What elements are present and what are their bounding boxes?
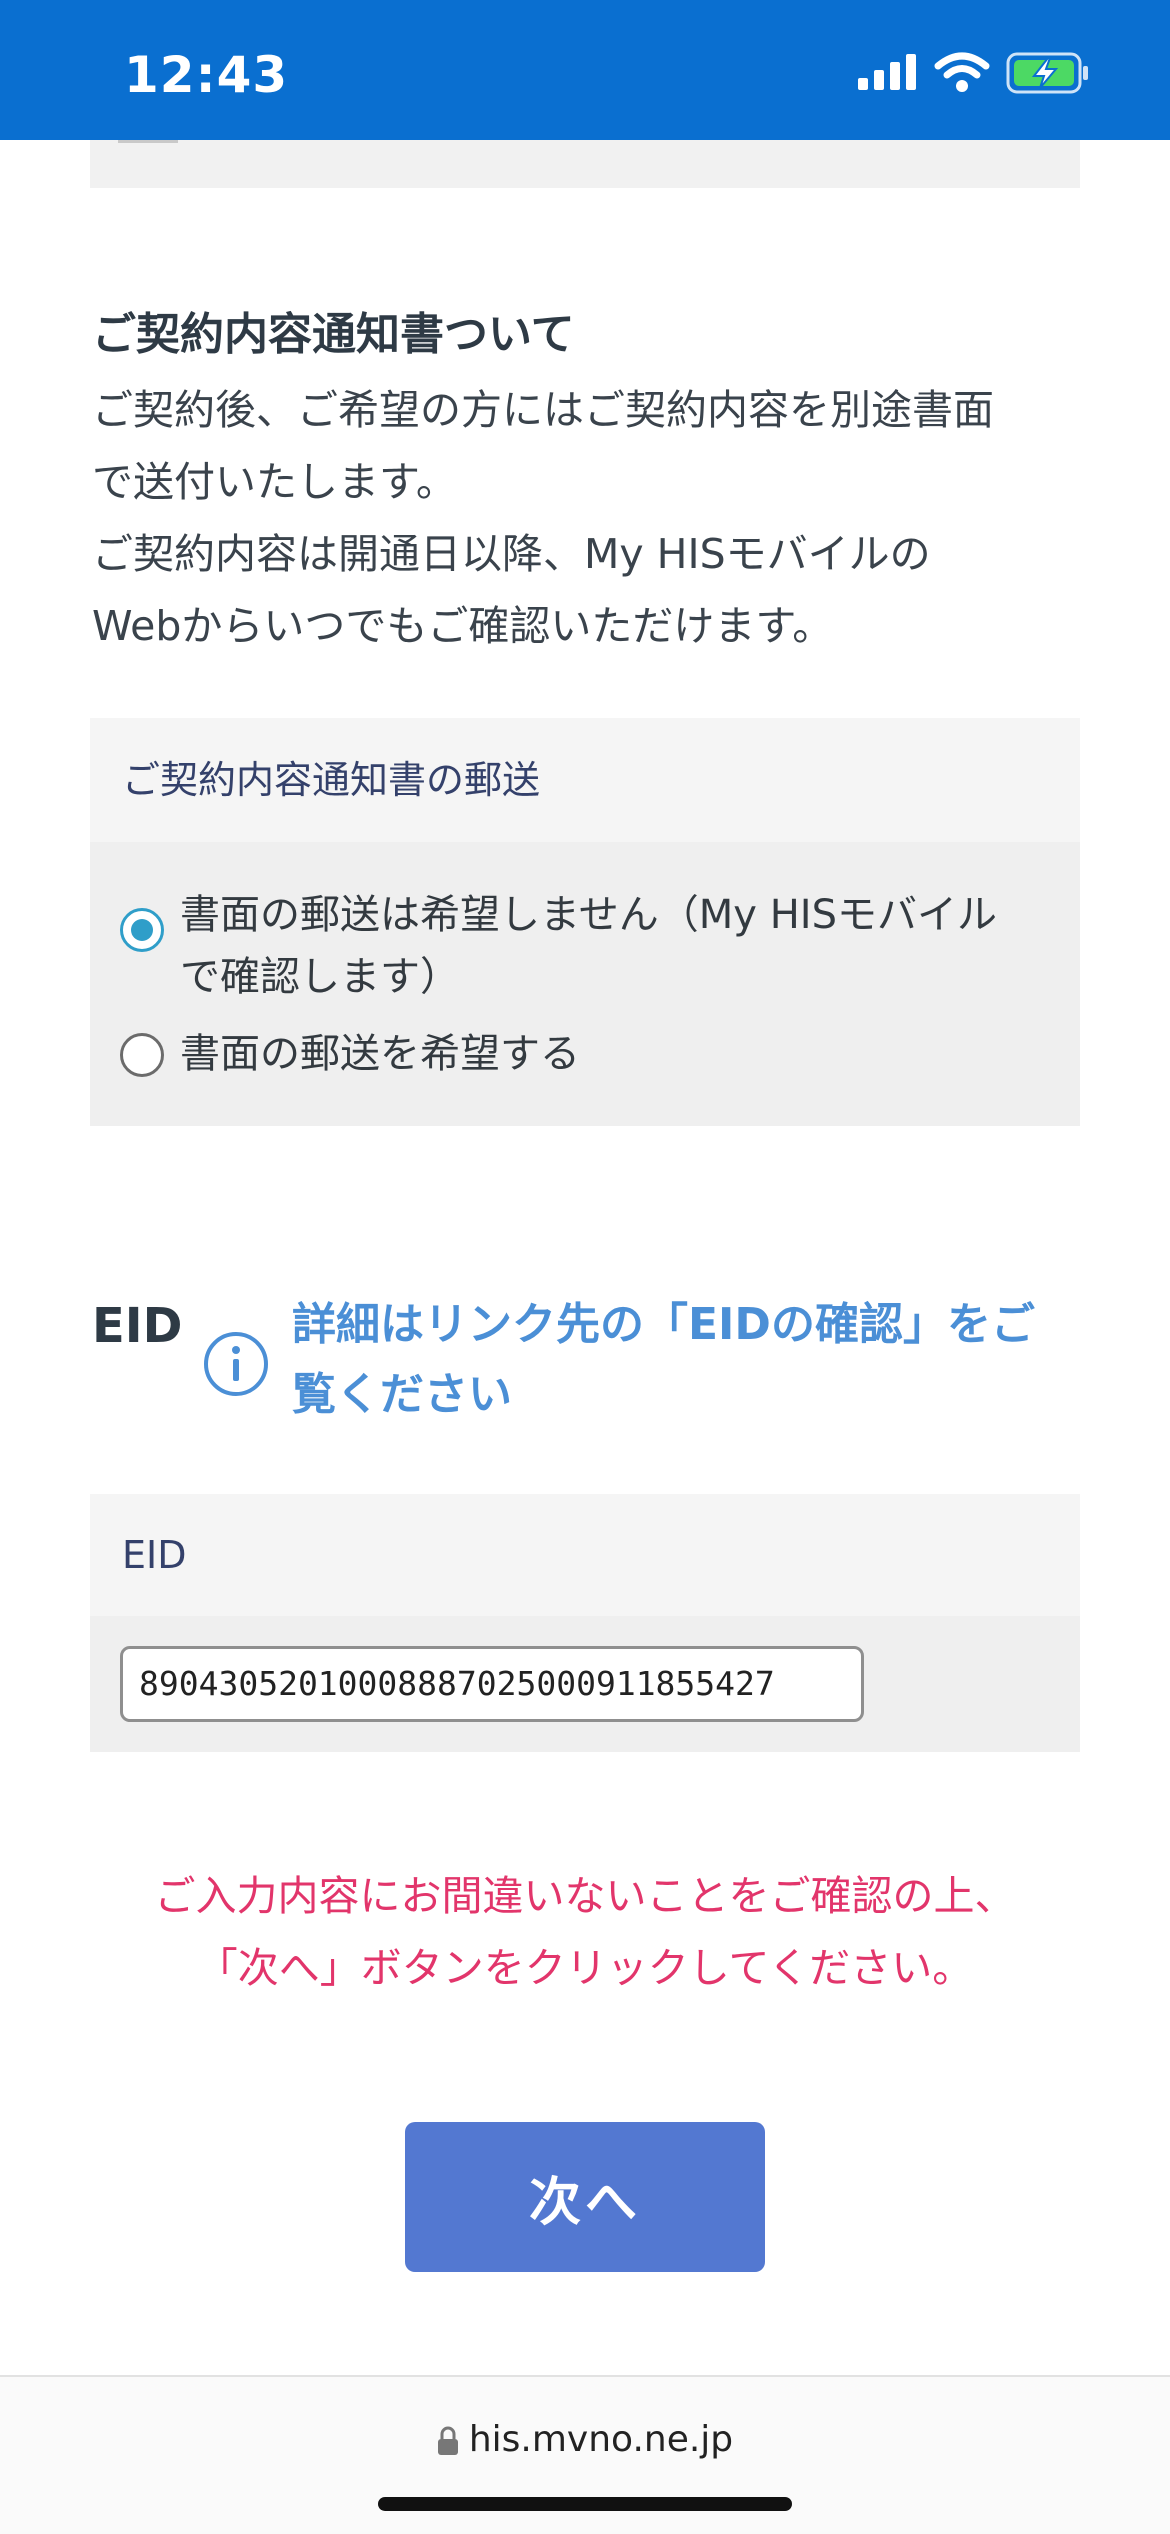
confirmation-warning: ご入力内容にお間違いないことをご確認の上、 「次へ」ボタンをクリックしてください… — [90, 1860, 1080, 2004]
radio-button-unselected[interactable] — [120, 1033, 164, 1077]
mail-option-card-header: ご契約内容通知書の郵送 — [90, 718, 1080, 842]
description-line: で送付いたします。 — [92, 458, 457, 506]
status-time: 12:43 — [124, 46, 289, 104]
lock-icon — [437, 2426, 458, 2455]
description-line: ご契約内容は開通日以降、My HISモバイルの — [92, 530, 931, 578]
url-display[interactable]: his.mvno.ne.jp — [0, 2419, 1170, 2460]
radio-option-no-mail[interactable]: 書面の郵送は希望しません（My HISモバイル で確認します） — [120, 884, 997, 1008]
section-title-notification: ご契約内容通知書ついて — [92, 309, 575, 360]
eid-card-header: EID — [90, 1494, 1080, 1616]
description-line: ご契約後、ご希望の方にはご契約内容を別途書面 — [92, 386, 994, 434]
status-bar: 12:43 — [0, 0, 1170, 140]
radio-option-label: 書面の郵送を希望する — [180, 1031, 580, 1077]
notification-description: ご契約後、ご希望の方にはご契約内容を別途書面 で送付いたします。 ご契約内容は開… — [92, 374, 1082, 662]
divider — [118, 140, 178, 143]
radio-button-selected[interactable] — [120, 908, 164, 952]
eid-help-link[interactable]: 詳細はリンク先の「EIDの確認」をご 覧ください — [292, 1290, 1072, 1430]
radio-label-line: で確認します） — [180, 954, 460, 1000]
eid-input[interactable]: 89043052010008887025000911855427 — [120, 1646, 864, 1722]
home-indicator[interactable] — [378, 2497, 792, 2511]
eid-card: EID 89043052010008887025000911855427 — [90, 1494, 1080, 1752]
radio-option-label: 書面の郵送は希望しません（My HISモバイル で確認します） — [180, 884, 997, 1008]
battery-charging-icon — [1006, 52, 1088, 94]
radio-label-line: 書面の郵送は希望しません（My HISモバイル — [180, 892, 997, 938]
description-line: Webからいつでもご確認いただけます。 — [92, 602, 834, 650]
wifi-icon — [934, 52, 990, 92]
warning-line: 「次へ」ボタンをクリックしてください。 — [196, 1944, 974, 1992]
radio-option-mail[interactable]: 書面の郵送を希望する — [120, 1023, 580, 1085]
warning-line: ご入力内容にお間違いないことをご確認の上、 — [154, 1872, 1016, 1920]
signal-icon — [858, 54, 916, 90]
previous-section-card — [90, 140, 1080, 188]
url-text: his.mvno.ne.jp — [468, 2419, 734, 2460]
link-line[interactable]: 詳細はリンク先の「EIDの確認」をご — [292, 1290, 1072, 1360]
info-icon[interactable] — [202, 1330, 270, 1398]
browser-url-bar[interactable]: his.mvno.ne.jp — [0, 2375, 1170, 2534]
mail-option-card: ご契約内容通知書の郵送 書面の郵送は希望しません（My HISモバイル で確認し… — [90, 718, 1080, 1126]
eid-section-title: EID — [92, 1298, 183, 1354]
link-line[interactable]: 覧ください — [292, 1360, 1072, 1430]
next-button[interactable]: 次へ — [405, 2122, 765, 2272]
